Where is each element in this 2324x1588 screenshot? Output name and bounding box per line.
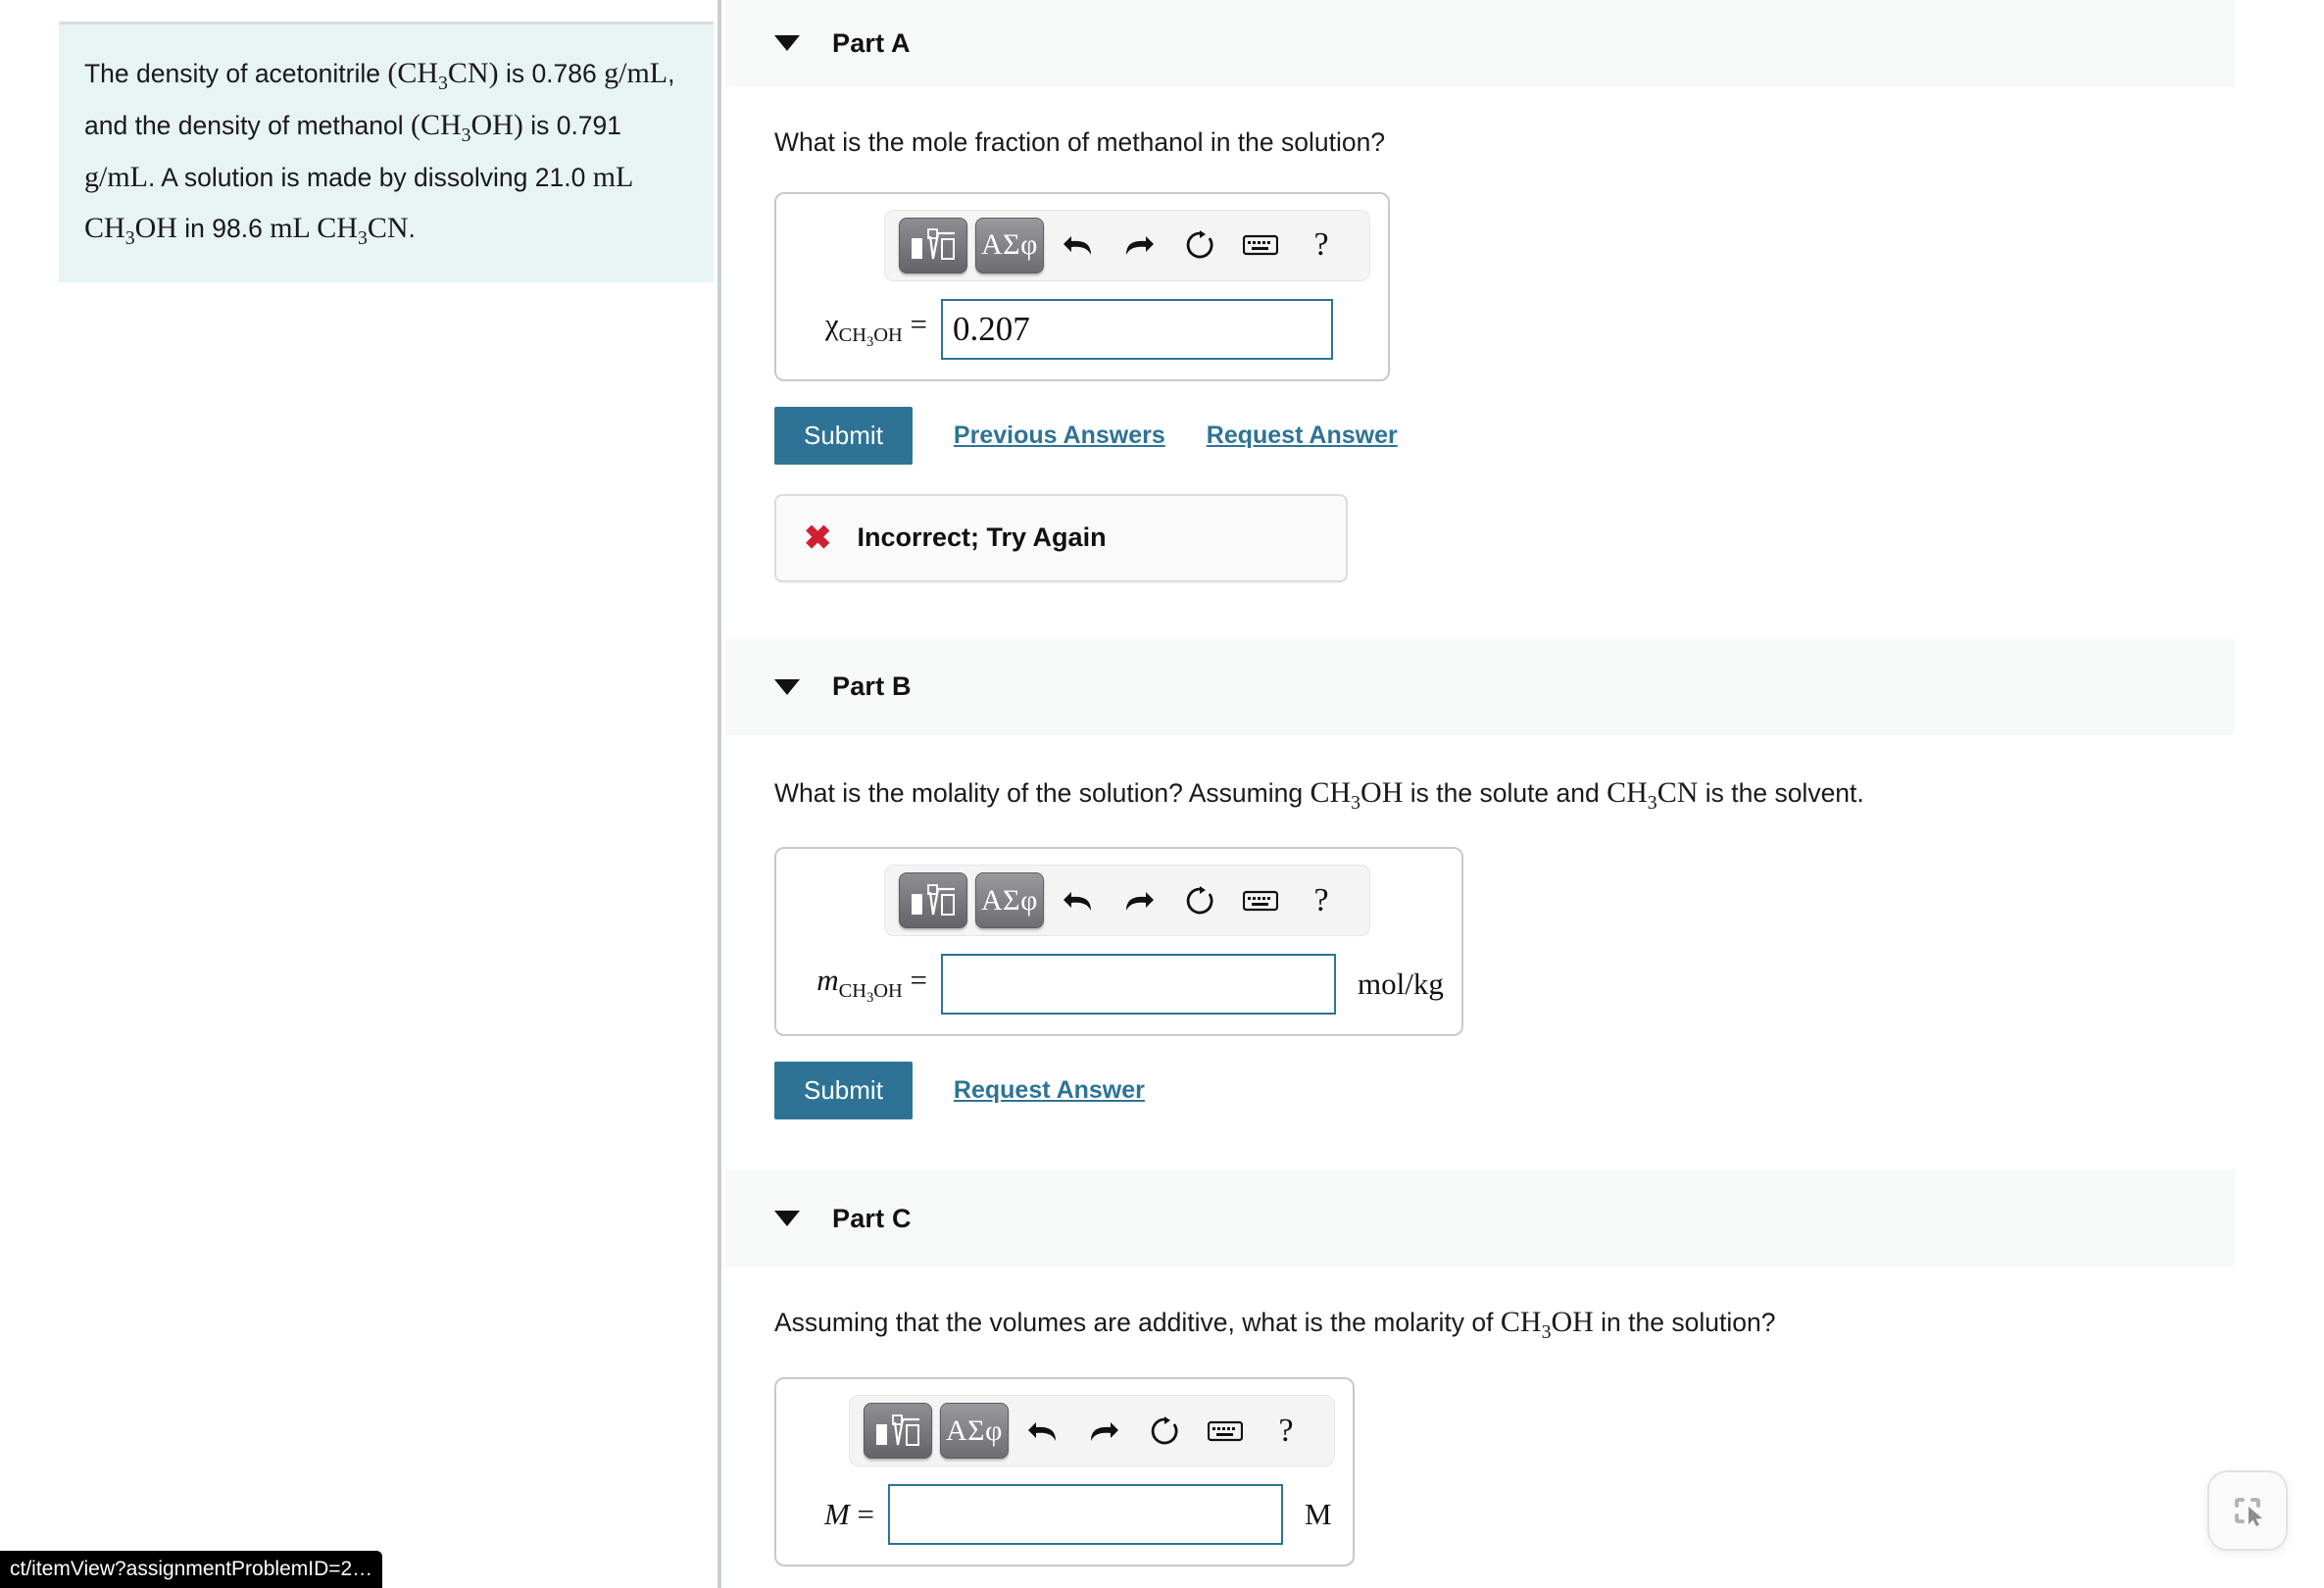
chevron-down-icon-a[interactable] [774, 35, 800, 51]
part-header-b[interactable]: Part B [725, 638, 2235, 735]
submit-button-b[interactable]: Submit [774, 1062, 913, 1120]
part-question-b-mid: is the solute and [1403, 777, 1607, 808]
part-question-b-pre: What is the molality of the solution? As… [774, 777, 1310, 808]
problem-text-s2: is 0.786 [498, 59, 605, 88]
math-template-button-a[interactable] [899, 217, 967, 273]
problem-text-s1: The density of acetonitrile [84, 59, 388, 88]
answer-box-b: ΑΣφ ? mCH3OH = mol/kg [774, 847, 1463, 1037]
variable-label-c: M = [823, 1497, 874, 1532]
problem-text-s4: is 0.791 [522, 111, 622, 141]
parts-column: Part A What is the mole fraction of meth… [725, 0, 2324, 1588]
request-answer-link-b[interactable]: Request Answer [954, 1076, 1145, 1105]
formula-methanol: (CH3OH) [410, 109, 523, 147]
quantity-acetonitrile: mL CH3CN [270, 211, 409, 249]
math-template-button-c[interactable] [864, 1403, 932, 1460]
undo-icon-a[interactable] [1048, 218, 1109, 273]
feedback-text-a: Incorrect; Try Again [857, 522, 1107, 553]
unit-label-c: M [1305, 1497, 1332, 1532]
screenshot-select-tool-button[interactable] [2207, 1470, 2288, 1551]
math-toolbar-a: ΑΣφ ? [884, 209, 1370, 281]
greek-symbols-label-b: ΑΣφ [981, 883, 1038, 917]
status-bar-url: ct/itemView?assignmentProblemID=2… [0, 1551, 383, 1588]
reset-icon-a[interactable] [1169, 218, 1230, 273]
answer-input-row-c: M = M [794, 1484, 1335, 1546]
feedback-box-a: ✖ Incorrect; Try Again [774, 493, 1348, 582]
unit-g-per-ml-1: g/mL [604, 57, 668, 89]
problem-statement-text: The density of acetonitrile (CH3CN) is 0… [84, 48, 688, 255]
previous-answers-link-a[interactable]: Previous Answers [954, 422, 1165, 450]
math-template-button-b[interactable] [899, 872, 967, 929]
part-question-c-post: in the solution? [1593, 1308, 1776, 1338]
greek-symbols-button-b[interactable]: ΑΣφ [975, 872, 1044, 929]
part-header-c[interactable]: Part C [725, 1170, 2235, 1267]
answer-input-row-b: mCH3OH = mol/kg [794, 954, 1444, 1016]
math-template-icon-b [912, 884, 955, 916]
status-bar-url-text: ct/itemView?assignmentProblemID=2… [10, 1558, 373, 1580]
request-answer-link-a[interactable]: Request Answer [1207, 422, 1398, 450]
part-question-b-post: is the solvent. [1698, 777, 1864, 808]
problem-text-s7: . [408, 213, 416, 243]
problem-page: The density of acetonitrile (CH3CN) is 0… [0, 0, 2324, 1588]
formula-acetonitrile-b: CH3CN [1607, 775, 1699, 814]
problem-statement-panel: The density of acetonitrile (CH3CN) is 0… [0, 0, 721, 1588]
variable-letter-c: M [823, 1497, 850, 1532]
part-title-c: Part C [832, 1203, 912, 1233]
help-icon-a[interactable]: ? [1291, 218, 1352, 273]
math-toolbar-b: ΑΣφ ? [884, 865, 1370, 937]
math-template-icon-a [912, 228, 955, 261]
formula-methanol-b: CH3OH [1310, 775, 1404, 814]
greek-symbols-button-c[interactable]: ΑΣφ [940, 1403, 1009, 1460]
part-header-a[interactable]: Part A [725, 0, 2235, 86]
help-icon-b[interactable]: ? [1291, 873, 1352, 928]
answer-input-row-a: χCH3OH = [794, 298, 1370, 360]
help-icon-c[interactable]: ? [1256, 1404, 1316, 1459]
undo-icon-c[interactable] [1013, 1404, 1073, 1459]
reset-icon-b[interactable] [1169, 873, 1230, 928]
math-template-icon-c [876, 1414, 919, 1446]
selection-cursor-icon [2235, 1498, 2262, 1526]
formula-methanol-c: CH3OH [1500, 1306, 1594, 1344]
problem-text-s6: in 98.6 [176, 213, 271, 243]
variable-label-b: mCH3OH = [816, 962, 927, 1007]
reset-icon-c[interactable] [1134, 1404, 1195, 1459]
problem-text-s5: . A solution is made by dissolving 21.0 [148, 163, 593, 193]
answer-input-c[interactable] [888, 1484, 1283, 1546]
variable-label-a: χCH3OH = [824, 307, 927, 351]
unit-label-b: mol/kg [1358, 967, 1444, 1002]
answer-input-a[interactable] [941, 298, 1333, 360]
unit-g-per-ml-2: g/mL [84, 161, 148, 194]
part-title-a: Part A [832, 27, 911, 58]
greek-symbols-button-a[interactable]: ΑΣφ [975, 217, 1044, 273]
redo-icon-b[interactable] [1109, 873, 1169, 928]
x-mark-icon-a: ✖ [804, 519, 832, 557]
greek-symbols-label-a: ΑΣφ [981, 228, 1038, 262]
part-question-a: What is the mole fraction of methanol in… [774, 127, 1386, 157]
submit-row-b: Submit Request Answer [774, 1062, 2324, 1120]
keyboard-icon-c[interactable] [1195, 1404, 1256, 1459]
keyboard-icon-a[interactable] [1230, 218, 1291, 273]
part-question-b: What is the molality of the solution? As… [725, 770, 2324, 819]
chevron-down-icon-c[interactable] [774, 1211, 800, 1227]
submit-row-a: Submit Previous Answers Request Answer [774, 406, 2324, 465]
keyboard-icon-b[interactable] [1230, 873, 1291, 928]
undo-icon-b[interactable] [1048, 873, 1109, 928]
redo-icon-c[interactable] [1073, 1404, 1134, 1459]
redo-icon-a[interactable] [1109, 218, 1169, 273]
answer-input-b[interactable] [941, 954, 1336, 1016]
submit-button-a[interactable]: Submit [774, 406, 913, 465]
part-title-b: Part B [832, 671, 912, 702]
math-toolbar-c: ΑΣφ ? [849, 1395, 1335, 1467]
answer-box-c: ΑΣφ ? M = M [774, 1377, 1355, 1567]
problem-statement-box: The density of acetonitrile (CH3CN) is 0… [59, 22, 714, 282]
chevron-down-icon-b[interactable] [774, 678, 800, 695]
greek-symbols-label-c: ΑΣφ [946, 1414, 1003, 1447]
part-question-c: Assuming that the volumes are additive, … [725, 1300, 2324, 1348]
answer-box-a: ΑΣφ ? χCH3OH = [774, 191, 1390, 381]
part-question-c-pre: Assuming that the volumes are additive, … [774, 1308, 1501, 1338]
formula-acetonitrile: (CH3CN) [387, 57, 499, 94]
